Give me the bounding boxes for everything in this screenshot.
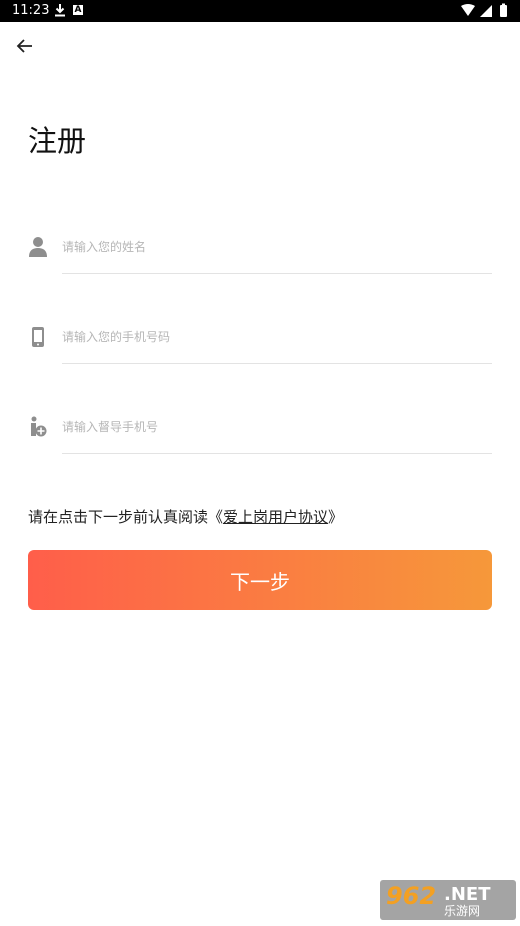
status-time: 11:23 (12, 3, 50, 18)
user-agreement-link[interactable]: 爱上岗用户协议 (223, 508, 328, 526)
agreement-notice: 请在点击下一步前认真阅读《爱上岗用户协议》 (28, 506, 343, 527)
watermark-site-name: 乐游网 (444, 904, 481, 918)
page-title: 注册 (28, 124, 87, 158)
phone-icon (32, 327, 44, 347)
agreement-suffix: 》 (328, 508, 344, 526)
mentor-phone-input[interactable] (62, 414, 490, 440)
battery-icon (500, 5, 507, 17)
agreement-prefix: 请在点击下一步前认真阅读《 (28, 508, 224, 526)
name-underline (62, 273, 492, 274)
back-arrow-icon[interactable] (14, 36, 36, 56)
watermark-number: 962 (386, 882, 437, 910)
status-bar: 11:23 A (0, 0, 520, 22)
person-icon (29, 237, 47, 257)
mentor-underline (62, 453, 492, 454)
phone-underline (62, 363, 492, 364)
wifi-icon (461, 4, 475, 16)
download-icon (55, 4, 65, 17)
name-input[interactable] (62, 234, 490, 260)
signal-icon (480, 5, 492, 17)
status-badge-icon: A (73, 5, 83, 15)
name-field-row (0, 234, 520, 296)
mentor-field-row (0, 414, 520, 476)
mentor-icon (31, 416, 47, 437)
phone-field-row (0, 324, 520, 386)
next-step-button[interactable]: 下一步 (28, 550, 492, 610)
status-system-icons (461, 3, 507, 17)
phone-input[interactable] (62, 324, 490, 350)
site-watermark: 962 .NET 乐游网 (380, 880, 516, 920)
